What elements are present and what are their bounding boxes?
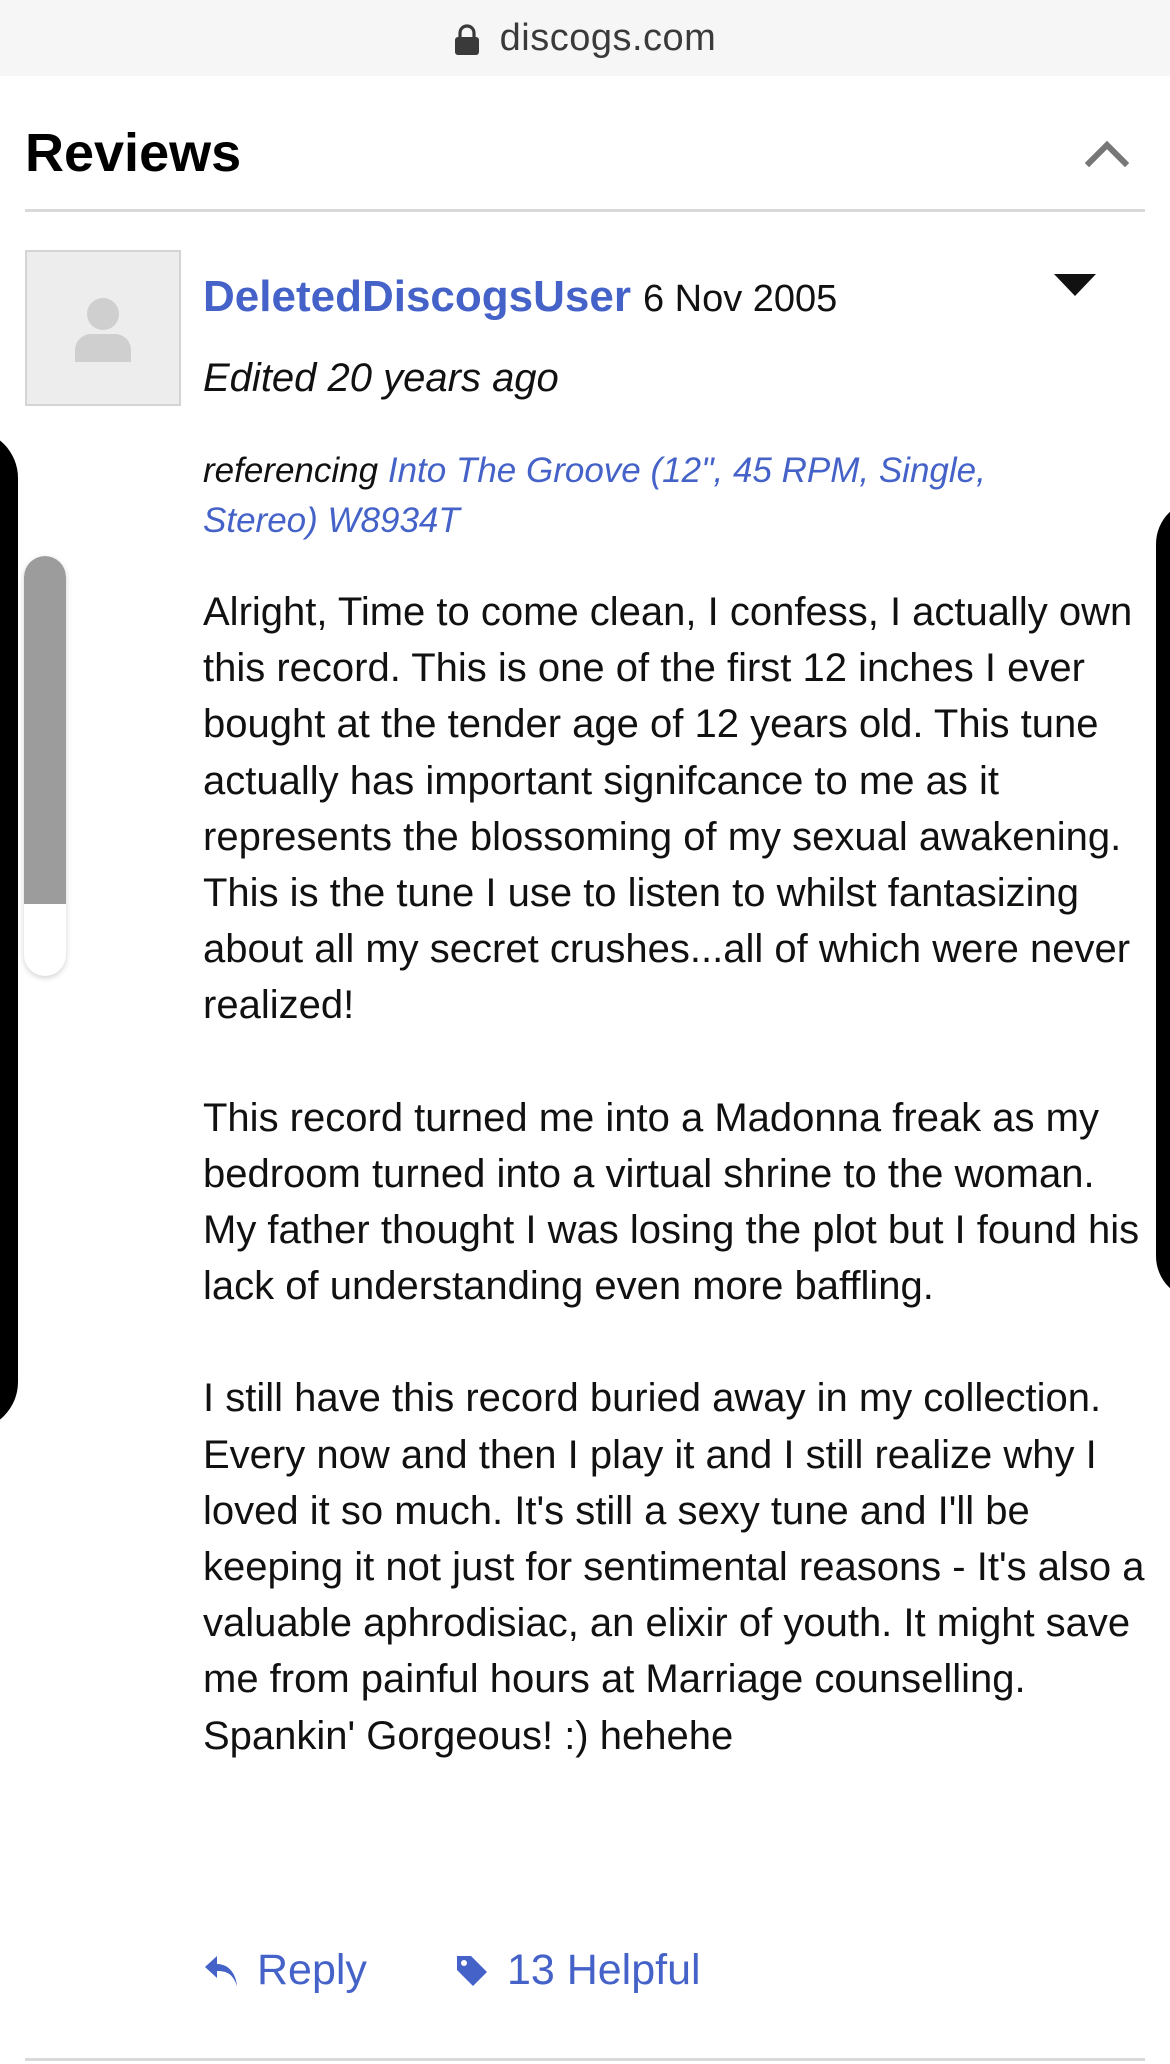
- lock-icon: [454, 24, 479, 55]
- url-domain: discogs.com: [499, 16, 717, 59]
- helpful-button[interactable]: 13 Helpful: [455, 1946, 701, 1995]
- review-header: DeletedDiscogsUser 6 Nov 2005: [203, 272, 1103, 322]
- edited-note: Edited 20 years ago: [203, 356, 559, 400]
- review-body: Alright, Time to come clean, I confess, …: [203, 584, 1148, 1764]
- scrollbar[interactable]: [24, 556, 66, 976]
- caret-down-icon[interactable]: [1052, 270, 1098, 300]
- review-paragraph: This record turned me into a Madonna fre…: [203, 1095, 1140, 1309]
- reply-arrow-icon: [205, 1955, 237, 1986]
- referencing-label: referencing: [203, 451, 379, 490]
- helpful-label: 13 Helpful: [506, 1946, 701, 1994]
- review-paragraph: Alright, Time to come clean, I confess, …: [203, 590, 1133, 1028]
- reviews-section-header: Reviews: [25, 96, 1145, 212]
- user-placeholder-icon: [75, 298, 131, 362]
- tag-icon: [456, 1955, 487, 1986]
- collapse-section-button[interactable]: [1077, 123, 1137, 183]
- referencing-line: referencing Into The Groove (12", 45 RPM…: [203, 446, 1103, 546]
- screen-edge-left: [0, 430, 18, 1430]
- browser-url-bar[interactable]: discogs.com: [0, 0, 1170, 76]
- reply-button[interactable]: Reply: [203, 1946, 367, 1995]
- scrollbar-thumb[interactable]: [24, 556, 66, 904]
- username-link[interactable]: DeletedDiscogsUser: [203, 272, 631, 322]
- avatar[interactable]: [25, 250, 181, 406]
- review-actions: Reply 13 Helpful: [203, 1946, 701, 1995]
- section-title: Reviews: [25, 122, 242, 183]
- reply-label: Reply: [257, 1946, 367, 1994]
- review-paragraph: I still have this record buried away in …: [203, 1376, 1145, 1758]
- review-date: 6 Nov 2005: [642, 278, 838, 320]
- divider: [25, 2058, 1145, 2061]
- screen-edge-right: [1156, 500, 1170, 1300]
- chevron-up-icon: [1085, 140, 1129, 167]
